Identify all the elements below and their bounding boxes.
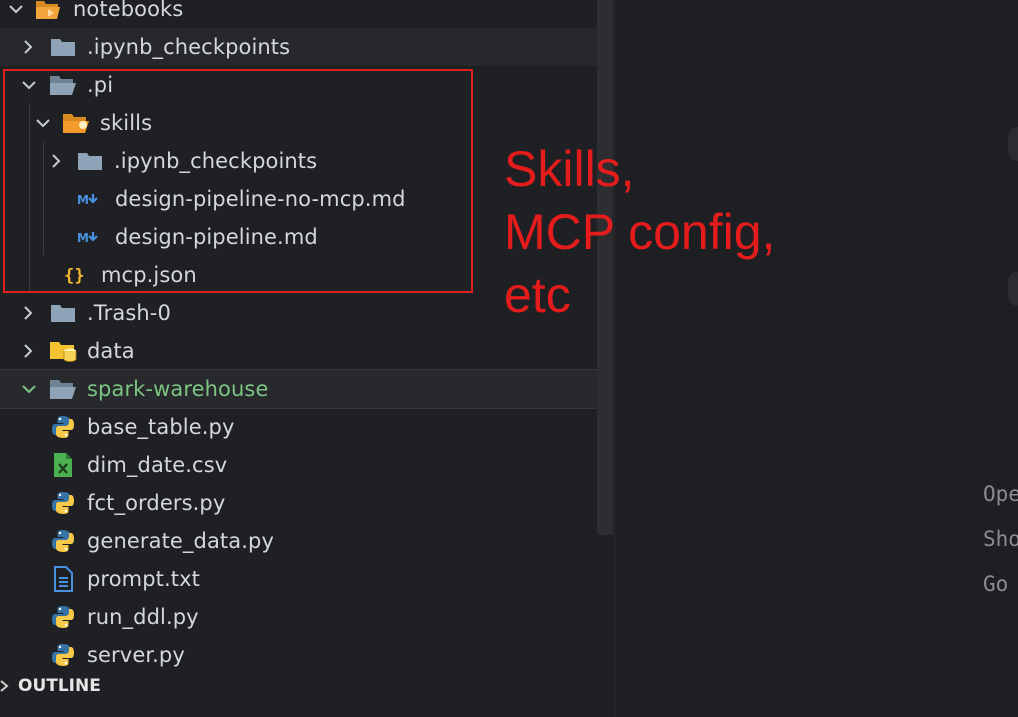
annotation-line: MCP config, [504,204,776,260]
tree-item-label: fct_orders.py [87,491,226,515]
editor-edge-control[interactable] [1008,127,1018,161]
tree-item-ipynb-checkpoints[interactable]: .ipynb_checkpoints [0,28,597,66]
chevron-right-icon [24,306,33,320]
folder-data-icon [49,338,77,364]
chevron-down-icon [9,5,23,14]
tree-item-notebooks[interactable]: notebooks [0,0,597,28]
editor-area [614,0,1018,717]
tree-item-label: prompt.txt [87,567,200,591]
tree-item-label: data [87,339,135,363]
tree-item-label: dim_date.csv [87,453,228,477]
text-file-icon [49,566,77,592]
annotation-text: Skills, MCP config, etc [504,138,775,327]
tree-item-run-ddl[interactable]: run_ddl.py [0,598,597,636]
tree-item-label: run_ddl.py [87,605,199,629]
python-icon [49,604,77,630]
tree-item-label: .Trash-0 [87,301,171,325]
editor-menu-item[interactable]: Sho [983,527,1018,551]
tree-item-label: generate_data.py [87,529,274,553]
chevron-right-icon [24,344,33,358]
outline-section-header[interactable]: OUTLINE [0,672,613,700]
folder-open-notebooks-icon [34,0,62,22]
tree-item-base-table[interactable]: base_table.py [0,408,597,446]
tree-item-prompt[interactable]: prompt.txt [0,560,597,598]
tree-item-data[interactable]: data [0,332,597,370]
editor-menu-item[interactable]: Go [983,572,1008,596]
outline-label: OUTLINE [18,676,101,696]
tree-item-server[interactable]: server.py [0,636,597,674]
python-icon [49,490,77,516]
python-icon [49,642,77,668]
chevron-right-icon [24,40,33,54]
chevron-down-icon [22,385,36,394]
tree-item-label: base_table.py [87,415,235,439]
tree-item-generate-data[interactable]: generate_data.py [0,522,597,560]
tree-item-label: spark-warehouse [87,377,269,401]
chevron-right-icon [0,680,9,692]
python-icon [49,528,77,554]
tree-item-label: notebooks [73,0,184,21]
tree-item-dim-date[interactable]: dim_date.csv [0,446,597,484]
tree-item-fct-orders[interactable]: fct_orders.py [0,484,597,522]
folder-icon [49,300,77,326]
editor-edge-control[interactable] [1008,272,1018,306]
csv-icon [49,452,77,478]
tree-item-spark-warehouse[interactable]: spark-warehouse [0,369,597,409]
annotation-highlight-box [3,69,473,293]
editor-menu-item[interactable]: Ope [983,482,1018,506]
annotation-line: Skills, [504,141,635,197]
folder-open-icon [49,376,77,402]
tree-item-label: server.py [87,643,185,667]
tree-item-label: .ipynb_checkpoints [87,35,291,59]
folder-icon [49,34,77,60]
python-icon [49,414,77,440]
annotation-line: etc [504,267,571,323]
